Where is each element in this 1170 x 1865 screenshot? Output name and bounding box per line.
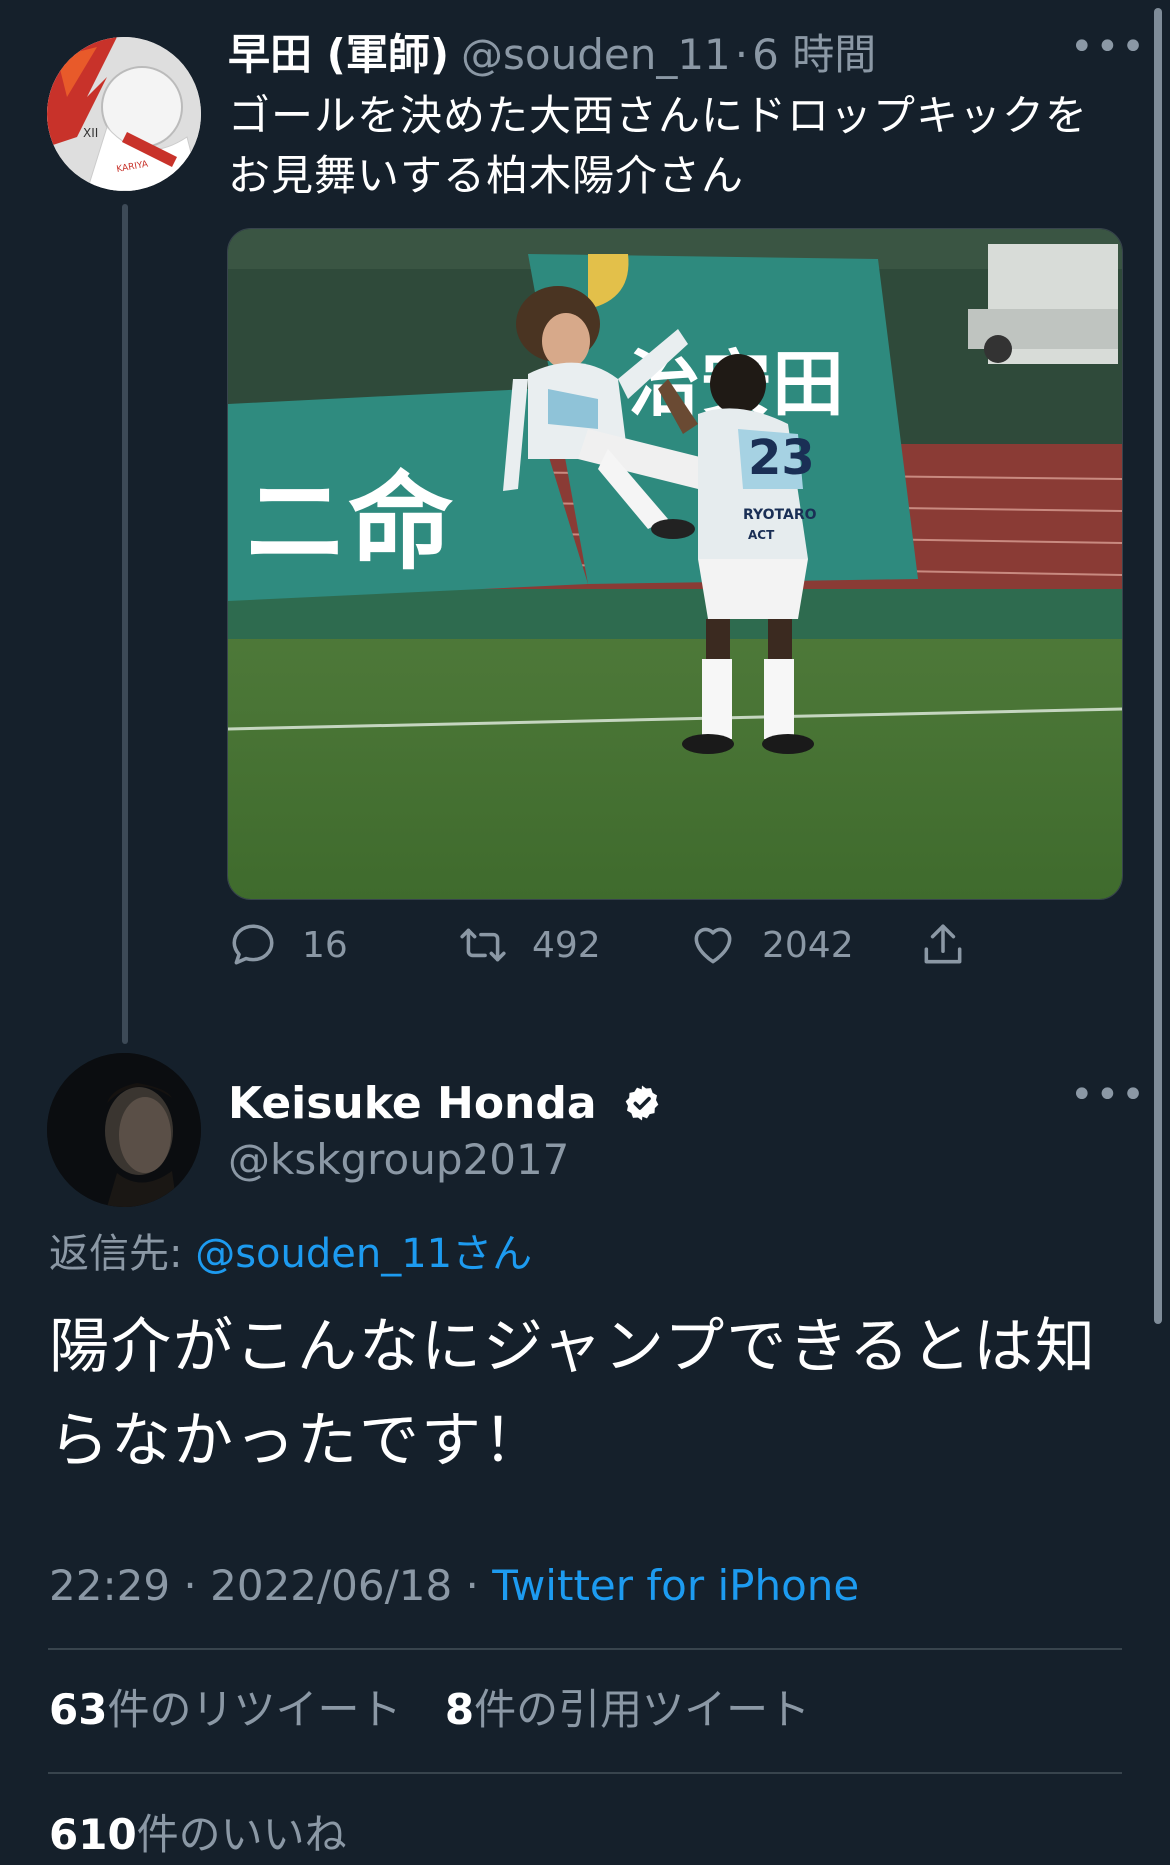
quotes-stat-count: 8 [444, 1685, 475, 1734]
tweet-time: 22:29 [49, 1561, 171, 1610]
reply-to-handle: @souden_11 [195, 1231, 453, 1277]
heart-icon [694, 927, 732, 964]
main-avatar[interactable] [47, 1053, 201, 1207]
retweet-icon [460, 928, 506, 962]
quotes-stat-label: 件の引用ツイート [474, 1685, 811, 1734]
scrollbar[interactable] [1154, 8, 1162, 1324]
retweets-stat-label: 件のリツイート [107, 1685, 402, 1734]
soccer-celebration-photo: ニ命 治安田 23 RYOTARO ACT [228, 229, 1122, 899]
tweet-source-link[interactable]: Twitter for iPhone [492, 1561, 859, 1610]
likes-stat[interactable]: 610件のいいね [49, 1810, 377, 1859]
parent-avatar[interactable]: XII KARIYA [47, 37, 201, 191]
photo-banner-left-text: ニ命 [243, 462, 453, 584]
main-author: Keisuke Honda [228, 1074, 662, 1134]
divider [48, 1648, 1122, 1650]
retweets-stat[interactable]: 63件のリツイート [49, 1685, 431, 1734]
parent-more-icon[interactable]: ••• [1070, 24, 1147, 70]
reply-to-prefix: 返信先: [49, 1231, 183, 1277]
reply-to-suffix: さん [452, 1231, 533, 1277]
parent-timestamp[interactable]: 6 時間 [752, 30, 876, 79]
main-handle[interactable]: @kskgroup2017 [228, 1130, 569, 1190]
verified-badge-icon [625, 1085, 659, 1121]
like-count: 2042 [762, 924, 854, 966]
header-separator: · [734, 30, 749, 79]
thread-connector-line [122, 204, 128, 1044]
retweet-count: 492 [532, 924, 601, 966]
divider [48, 1772, 1122, 1774]
main-more-icon[interactable]: ••• [1070, 1072, 1147, 1118]
main-tweet-text: 陽介がこんなにジャンプできるとは知らなかったです！ [49, 1312, 1097, 1476]
retweet-button[interactable]: 492 [458, 920, 601, 970]
photo-jersey-name: RYOTARO [743, 507, 817, 523]
tweet-meta: 22:29 · 2022/06/18 · Twitter for iPhone [49, 1561, 860, 1610]
share-button[interactable] [918, 920, 992, 970]
parent-display-name[interactable]: 早田 (軍師) [228, 30, 449, 79]
quotes-stat[interactable]: 8件の引用ツイート [445, 1685, 840, 1734]
parent-handle[interactable]: @souden_11 [461, 30, 731, 79]
reply-to-line: 返信先: @souden_11さん [49, 1224, 532, 1284]
parent-media-photo[interactable]: ニ命 治安田 23 RYOTARO ACT [227, 228, 1123, 900]
reply-to-handle-link[interactable]: @souden_11さん [195, 1231, 532, 1277]
likes-stat-count: 610 [49, 1810, 137, 1859]
parent-action-bar: 16 492 2042 [228, 920, 988, 980]
parent-header: 早田 (軍師) @souden_11·6 時間 [228, 26, 876, 84]
retweets-stat-count: 63 [49, 1685, 108, 1734]
reply-count: 16 [302, 924, 348, 966]
photo-jersey-sub: ACT [748, 528, 775, 542]
engagement-stats-row: 63件のリツイート 8件の引用ツイート [49, 1680, 840, 1740]
tweet-date: 2022/06/18 [210, 1561, 453, 1610]
likes-stat-label: 件のいいね [136, 1810, 347, 1859]
like-button[interactable]: 2042 [688, 920, 854, 970]
parent-tweet-text: ゴールを決めた大西さんにドロップキックをお見舞いする柏木陽介さん [228, 91, 1089, 200]
likes-stats-row: 610件のいいね [49, 1805, 377, 1865]
svg-text:XII: XII [83, 126, 98, 140]
reply-icon [232, 924, 274, 965]
reply-button[interactable]: 16 [228, 920, 348, 970]
share-icon [924, 924, 962, 964]
main-display-name[interactable]: Keisuke Honda [228, 1078, 597, 1129]
photo-jersey-number: 23 [748, 430, 815, 486]
